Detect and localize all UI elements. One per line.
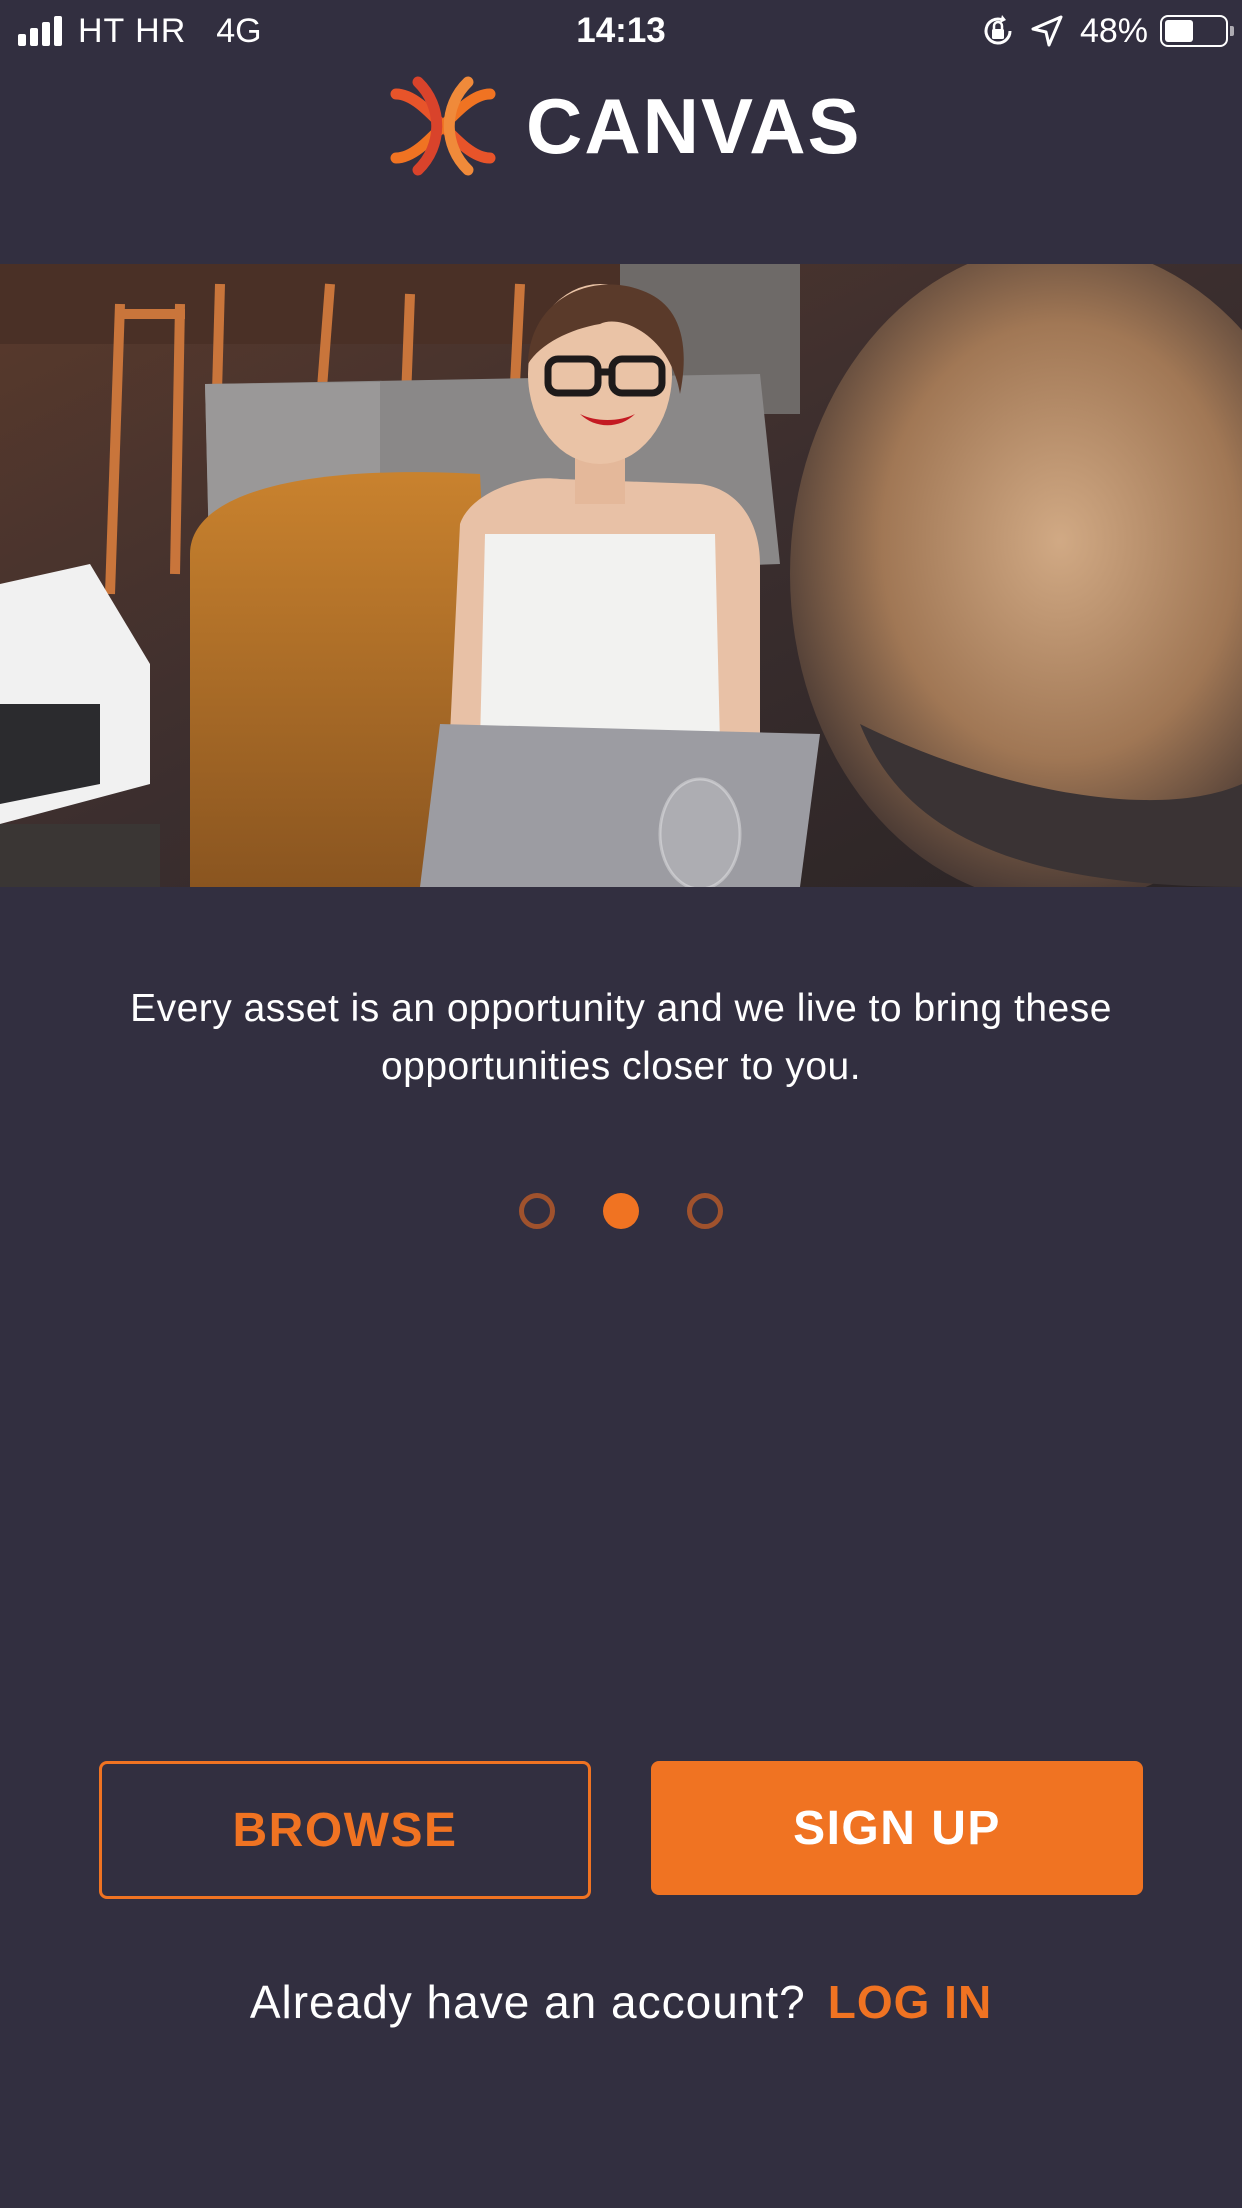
page-dot-1[interactable] <box>519 1193 555 1229</box>
battery-icon <box>1160 15 1234 47</box>
hero-photo <box>0 264 1242 887</box>
app-logo: CANVAS <box>388 76 862 176</box>
browse-button[interactable]: BROWSE <box>99 1761 591 1899</box>
status-right: 48% <box>980 10 1234 52</box>
onboarding-screen: HT HR 4G 14:13 48% CANVAS Every asset is… <box>0 0 1242 2208</box>
location-arrow-icon <box>1030 14 1064 48</box>
login-prompt-row: Already have an account? LOG IN <box>0 1972 1242 2032</box>
orientation-lock-icon <box>980 13 1016 49</box>
page-dot-2[interactable] <box>603 1193 639 1229</box>
page-indicator <box>0 1192 1242 1230</box>
log-in-link[interactable]: LOG IN <box>828 1976 992 2028</box>
sign-up-button[interactable]: SIGN UP <box>651 1761 1143 1895</box>
page-dot-3[interactable] <box>687 1193 723 1229</box>
app-name: CANVAS <box>526 81 862 170</box>
onboarding-tagline: Every asset is an opportunity and we liv… <box>130 987 1112 1088</box>
status-bar: HT HR 4G 14:13 48% <box>0 0 1242 62</box>
battery-percent: 48% <box>1079 11 1148 50</box>
login-prompt: Already have an account? <box>249 1976 806 2028</box>
canvas-logo-icon <box>388 76 498 176</box>
battery-fill <box>1165 20 1193 42</box>
